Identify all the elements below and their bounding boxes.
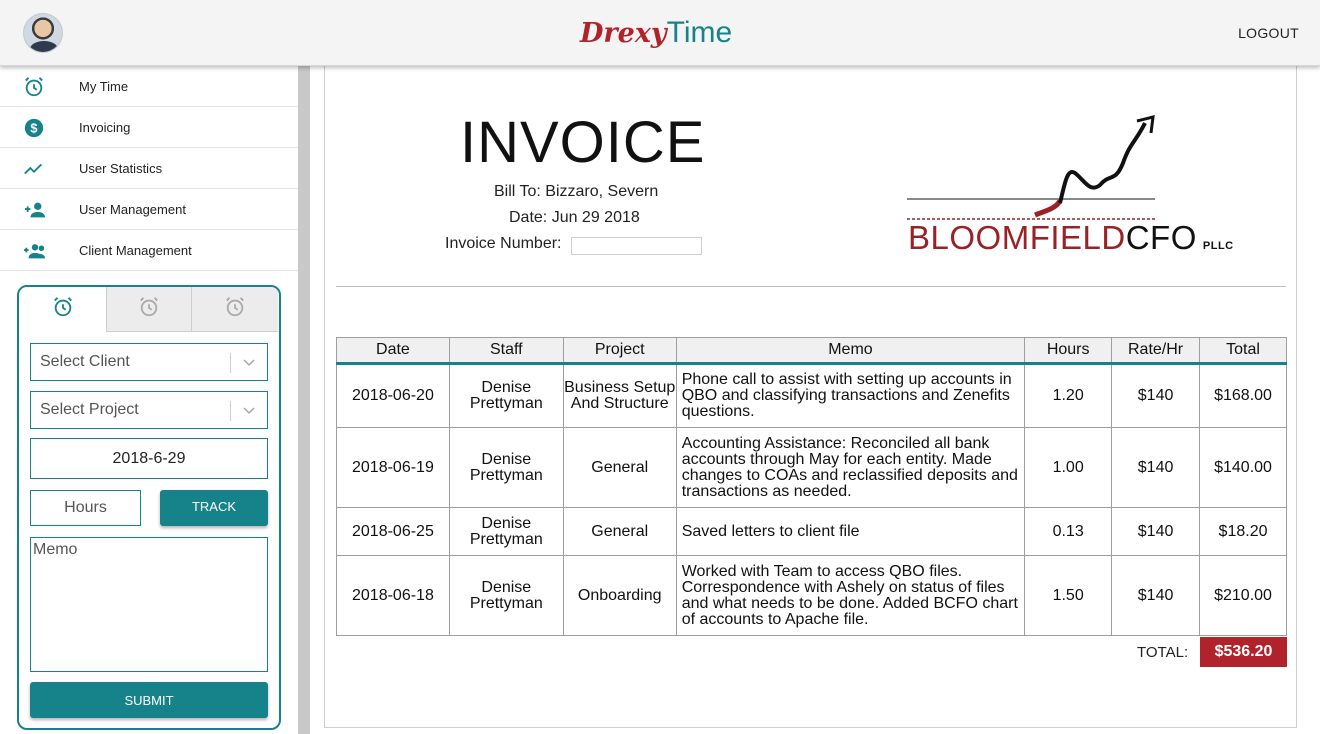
- cell-hours: 0.13: [1024, 507, 1113, 556]
- group-add-icon: [23, 240, 47, 262]
- logo-name-part1: BLOOMFIELD: [908, 219, 1126, 256]
- column-header: Memo: [675, 337, 1026, 365]
- tab-timer-2[interactable]: [106, 287, 191, 332]
- table-row: 2018-06-20 Denise Prettyman Business Set…: [336, 363, 1287, 428]
- dollar-circle-icon: $: [23, 117, 47, 139]
- column-header: Hours: [1024, 337, 1113, 365]
- column-header: Rate/Hr: [1111, 337, 1201, 365]
- cell-staff: Denise Prettyman: [448, 427, 564, 508]
- cell-rate: $140: [1111, 363, 1201, 428]
- timer-tabs: [19, 287, 278, 332]
- submit-button[interactable]: SUBMIT: [30, 682, 268, 718]
- total-label: TOTAL:: [1137, 644, 1189, 661]
- cell-staff: Denise Prettyman: [448, 507, 564, 556]
- table-row: 2018-06-19 Denise Prettyman General Acco…: [336, 427, 1287, 508]
- cell-date: 2018-06-20: [336, 363, 450, 428]
- person-add-icon: [23, 199, 47, 221]
- alarm-clock-icon: [52, 296, 74, 323]
- cell-total: $140.00: [1199, 427, 1287, 508]
- logo-suffix: PLLC: [1202, 240, 1234, 252]
- chevron-down-icon: [241, 353, 257, 376]
- track-button[interactable]: TRACK: [160, 490, 268, 526]
- table-header-row: Date Staff Project Memo Hours Rate/Hr To…: [336, 337, 1287, 365]
- alarm-clock-icon: [138, 296, 160, 323]
- column-header: Project: [562, 337, 677, 365]
- cell-memo: Phone call to assist with setting up acc…: [675, 363, 1026, 428]
- hours-input[interactable]: Hours: [30, 490, 141, 526]
- cell-hours: 1.20: [1024, 363, 1113, 428]
- logo-name-part2: CFO: [1125, 219, 1197, 256]
- invoice-number-label: Invoice Number:: [445, 235, 562, 252]
- alarm-clock-icon: [224, 296, 246, 323]
- memo-textarea[interactable]: Memo: [30, 537, 268, 672]
- trending-up-icon: [23, 158, 47, 180]
- cell-total: $168.00: [1199, 363, 1287, 428]
- bill-to: Bill To: Bizzaro, Severn: [494, 183, 659, 200]
- column-header: Staff: [448, 337, 564, 365]
- invoice-document: INVOICE Bill To: Bizzaro, Severn Date: J…: [324, 64, 1297, 728]
- sidebar-item-label: Client Management: [79, 242, 192, 258]
- select-client-dropdown[interactable]: Select Client: [30, 343, 268, 381]
- cell-date: 2018-06-18: [336, 555, 450, 636]
- cell-memo: Worked with Team to access QBO files. Co…: [675, 555, 1026, 636]
- cell-project: General: [562, 427, 677, 508]
- select-project-placeholder: Select Project: [40, 401, 139, 418]
- table-row: 2018-06-25 Denise Prettyman General Save…: [336, 507, 1287, 556]
- cell-total: $210.00: [1199, 555, 1287, 636]
- sidebar-scroll-divider: [298, 66, 310, 734]
- brand-part1: Drexy: [580, 18, 667, 49]
- alarm-clock-icon: [23, 76, 47, 98]
- cell-memo: Saved letters to client file: [675, 507, 1026, 556]
- table-row: 2018-06-18 Denise Prettyman Onboarding W…: [336, 555, 1287, 636]
- company-logo: BLOOMFIELDCFO PLLC: [905, 113, 1233, 263]
- cell-project: General: [562, 507, 677, 556]
- column-header: Total: [1199, 337, 1287, 365]
- sidebar-item-client-management[interactable]: Client Management: [0, 230, 298, 271]
- cell-rate: $140: [1111, 427, 1201, 508]
- invoice-number-input[interactable]: [571, 237, 702, 255]
- sidebar-item-user-statistics[interactable]: User Statistics: [0, 148, 298, 189]
- brand-part2: Time: [666, 16, 733, 49]
- cell-memo: Accounting Assistance: Reconciled all ba…: [675, 427, 1026, 508]
- cell-hours: 1.50: [1024, 555, 1113, 636]
- invoice-title: INVOICE: [460, 110, 706, 175]
- cell-date: 2018-06-19: [336, 427, 450, 508]
- top-header: DrexyTime LOGOUT: [0, 0, 1320, 66]
- sidebar-item-label: User Management: [79, 201, 186, 217]
- sidebar-item-user-management[interactable]: User Management: [0, 189, 298, 230]
- sidebar: My Time $ Invoicing User Statistics User…: [0, 66, 298, 734]
- cell-hours: 1.00: [1024, 427, 1113, 508]
- total-value: $536.20: [1200, 637, 1287, 667]
- column-header: Date: [336, 337, 450, 365]
- tab-timer-3[interactable]: [191, 287, 278, 332]
- cell-rate: $140: [1111, 555, 1201, 636]
- tab-timer-1[interactable]: [19, 287, 106, 332]
- divider: [336, 286, 1286, 287]
- cell-staff: Denise Prettyman: [448, 555, 564, 636]
- svg-text:$: $: [30, 121, 37, 136]
- select-client-placeholder: Select Client: [40, 353, 130, 370]
- cell-project: Onboarding: [562, 555, 677, 636]
- cell-staff: Denise Prettyman: [448, 363, 564, 428]
- invoice-date: Date: Jun 29 2018: [509, 209, 640, 226]
- logout-button[interactable]: LOGOUT: [1238, 25, 1299, 41]
- time-tracker-panel: Select Client Select Project 2018-6-29 H…: [17, 285, 281, 730]
- cell-total: $18.20: [1199, 507, 1287, 556]
- sidebar-item-label: My Time: [79, 78, 129, 94]
- avatar[interactable]: [23, 13, 63, 53]
- app-brand: DrexyTime: [580, 14, 732, 53]
- sidebar-item-label: Invoicing: [79, 119, 131, 135]
- sidebar-item-invoicing[interactable]: $ Invoicing: [0, 107, 298, 148]
- chevron-down-icon: [241, 401, 257, 424]
- date-field[interactable]: 2018-6-29: [30, 438, 268, 479]
- cell-rate: $140: [1111, 507, 1201, 556]
- sidebar-item-label: User Statistics: [79, 160, 163, 176]
- cell-date: 2018-06-25: [336, 507, 450, 556]
- logo-wordmark: BLOOMFIELDCFO PLLC: [908, 219, 1234, 257]
- select-project-dropdown[interactable]: Select Project: [30, 391, 268, 429]
- cell-project: Business Setup And Structure: [562, 363, 677, 428]
- sidebar-item-my-time[interactable]: My Time: [0, 66, 298, 107]
- invoice-table: Date Staff Project Memo Hours Rate/Hr To…: [336, 337, 1287, 636]
